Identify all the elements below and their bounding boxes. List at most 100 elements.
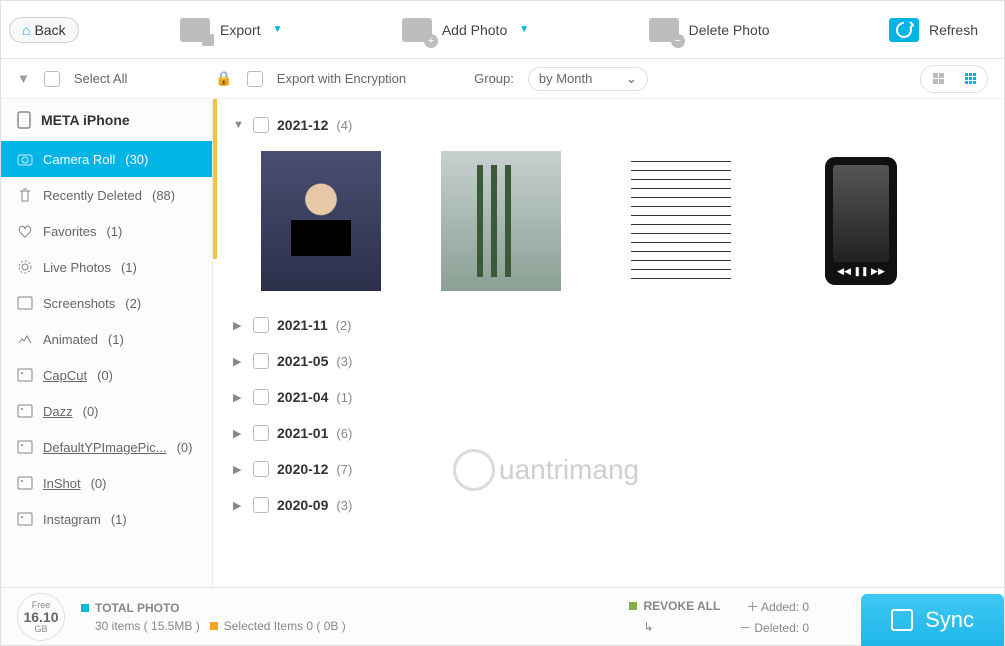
group-checkbox[interactable]: [253, 389, 269, 405]
deleted-count: － Deleted: 0: [739, 619, 809, 636]
filter-chevron-icon[interactable]: ▼: [17, 71, 30, 86]
total-photo-detail: 30 items ( 15.5MB ): [95, 619, 200, 633]
heart-icon: [17, 223, 33, 239]
group-row[interactable]: ▶2021-11(2): [221, 307, 1004, 343]
delete-photo-button[interactable]: Delete Photo: [631, 18, 788, 42]
group-row[interactable]: ▶ 2021-01 (6): [221, 415, 1004, 451]
export-encryption-checkbox[interactable]: [247, 71, 263, 87]
device-icon: [17, 111, 31, 129]
photo-thumbnail[interactable]: [261, 151, 381, 291]
group-count: (4): [336, 118, 352, 133]
group-checkbox[interactable]: [253, 117, 269, 133]
group-checkbox[interactable]: [253, 497, 269, 513]
group-count: (6): [336, 426, 352, 441]
sidebar-item-live-photos[interactable]: Live Photos (1): [1, 249, 212, 285]
sidebar-item-label: CapCut: [43, 368, 87, 383]
album-icon: [17, 511, 33, 527]
total-photo-label: TOTAL PHOTO: [95, 601, 179, 615]
group-row[interactable]: ▶2020-09(3): [221, 487, 1004, 523]
group-checkbox[interactable]: [253, 317, 269, 333]
group-title: 2021-04: [277, 389, 328, 405]
group-select[interactable]: by Month ⌄: [528, 67, 648, 91]
group-title: 2021-11: [277, 317, 328, 333]
sidebar-item-dazz[interactable]: Dazz (0): [1, 393, 212, 429]
group-row[interactable]: ▶2021-05(3): [221, 343, 1004, 379]
view-large-button[interactable]: [924, 69, 952, 89]
sidebar-item-favorites[interactable]: Favorites (1): [1, 213, 212, 249]
album-icon: [17, 475, 33, 491]
album-icon: [17, 367, 33, 383]
back-button[interactable]: ⌂ Back: [9, 17, 79, 43]
photo-thumbnail[interactable]: [441, 151, 561, 291]
sidebar-item-count: (0): [97, 368, 113, 383]
group-checkbox[interactable]: [253, 461, 269, 477]
sidebar-item-label: Camera Roll: [43, 152, 115, 167]
sidebar-item-animated[interactable]: Animated (1): [1, 321, 212, 357]
sidebar-item-camera-roll[interactable]: Camera Roll (30): [1, 141, 212, 177]
revoke-arrow-icon: ↳: [643, 620, 653, 634]
chevron-right-icon: ▶: [233, 499, 245, 512]
group-row[interactable]: ▼ 2021-12 (4): [221, 107, 1004, 143]
add-photo-button[interactable]: Add Photo ▼: [384, 18, 547, 42]
device-header: META iPhone: [1, 99, 212, 141]
sidebar-item-label: Animated: [43, 332, 98, 347]
chevron-right-icon: ▶: [233, 319, 245, 332]
sidebar-item-label: Live Photos: [43, 260, 111, 275]
chevron-down-icon: ▼: [519, 24, 529, 35]
animated-icon: [17, 331, 33, 347]
group-count: (7): [336, 462, 352, 477]
album-icon: [17, 403, 33, 419]
device-name: META iPhone: [41, 112, 130, 128]
chevron-down-icon: ▼: [233, 119, 245, 131]
photo-thumbnail[interactable]: [621, 151, 741, 291]
select-all-checkbox[interactable]: [44, 71, 60, 87]
sidebar-item-recently-deleted[interactable]: Recently Deleted (88): [1, 177, 212, 213]
group-count: (3): [336, 498, 352, 513]
chevron-down-icon: ▼: [273, 24, 283, 35]
delete-photo-icon: [649, 18, 679, 42]
storage-value: 16.10: [23, 610, 58, 624]
trash-icon: [17, 187, 33, 203]
chevron-down-icon: ⌄: [626, 71, 637, 87]
sidebar-item-label: Dazz: [43, 404, 73, 419]
sidebar-item-count: (2): [125, 296, 141, 311]
sidebar-item-label: InShot: [43, 476, 81, 491]
sync-label: Sync: [925, 607, 974, 633]
sidebar-item-label: Recently Deleted: [43, 188, 142, 203]
content-area: ▼2021-12(4)◀◀ ❚❚ ▶▶▶2021-11(2)▶2021-05(3…: [213, 99, 1004, 587]
group-title: 2020-12: [277, 461, 328, 477]
sync-button[interactable]: Sync: [861, 594, 1004, 646]
sidebar-item-count: (0): [83, 404, 99, 419]
sidebar-item-count: (88): [152, 188, 175, 203]
added-count: ＋ Added: 0: [746, 598, 809, 615]
sidebar-item-label: Screenshots: [43, 296, 115, 311]
group-checkbox[interactable]: [253, 425, 269, 441]
export-icon: [180, 18, 210, 42]
group-checkbox[interactable]: [253, 353, 269, 369]
refresh-button[interactable]: Refresh: [871, 18, 996, 42]
sidebar-item-count: (0): [91, 476, 107, 491]
export-button[interactable]: Export ▼: [162, 18, 300, 42]
chevron-right-icon: ▶: [233, 427, 245, 440]
sidebar-item-defaultypimagepic-[interactable]: DefaultYPImagePic... (0): [1, 429, 212, 465]
group-row[interactable]: ▶2021-04(1): [221, 379, 1004, 415]
group-title: 2021-05: [277, 353, 328, 369]
sidebar-item-screenshots[interactable]: Screenshots (2): [1, 285, 212, 321]
photo-thumbnail[interactable]: ◀◀ ❚❚ ▶▶: [801, 151, 921, 291]
view-small-button[interactable]: [956, 69, 984, 89]
group-row[interactable]: ▶2020-12(7): [221, 451, 1004, 487]
group-title: 2021-12: [277, 117, 328, 133]
group-title: 2021-01: [277, 425, 328, 441]
sidebar-item-count: (0): [177, 440, 193, 455]
sidebar-item-count: (1): [121, 260, 137, 275]
sidebar-item-instagram[interactable]: Instagram (1): [1, 501, 212, 537]
sidebar-item-capcut[interactable]: CapCut (0): [1, 357, 212, 393]
chevron-right-icon: ▶: [233, 355, 245, 368]
select-all-label: Select All: [74, 71, 127, 86]
thumbnail-grid: ◀◀ ❚❚ ▶▶: [221, 143, 1004, 307]
storage-ring: Free 16.10 GB: [17, 593, 65, 641]
sidebar-item-inshot[interactable]: InShot (0): [1, 465, 212, 501]
revoke-all-button[interactable]: REVOKE ALL: [643, 599, 720, 613]
home-icon: ⌂: [22, 22, 30, 38]
add-photo-label: Add Photo: [442, 22, 507, 38]
